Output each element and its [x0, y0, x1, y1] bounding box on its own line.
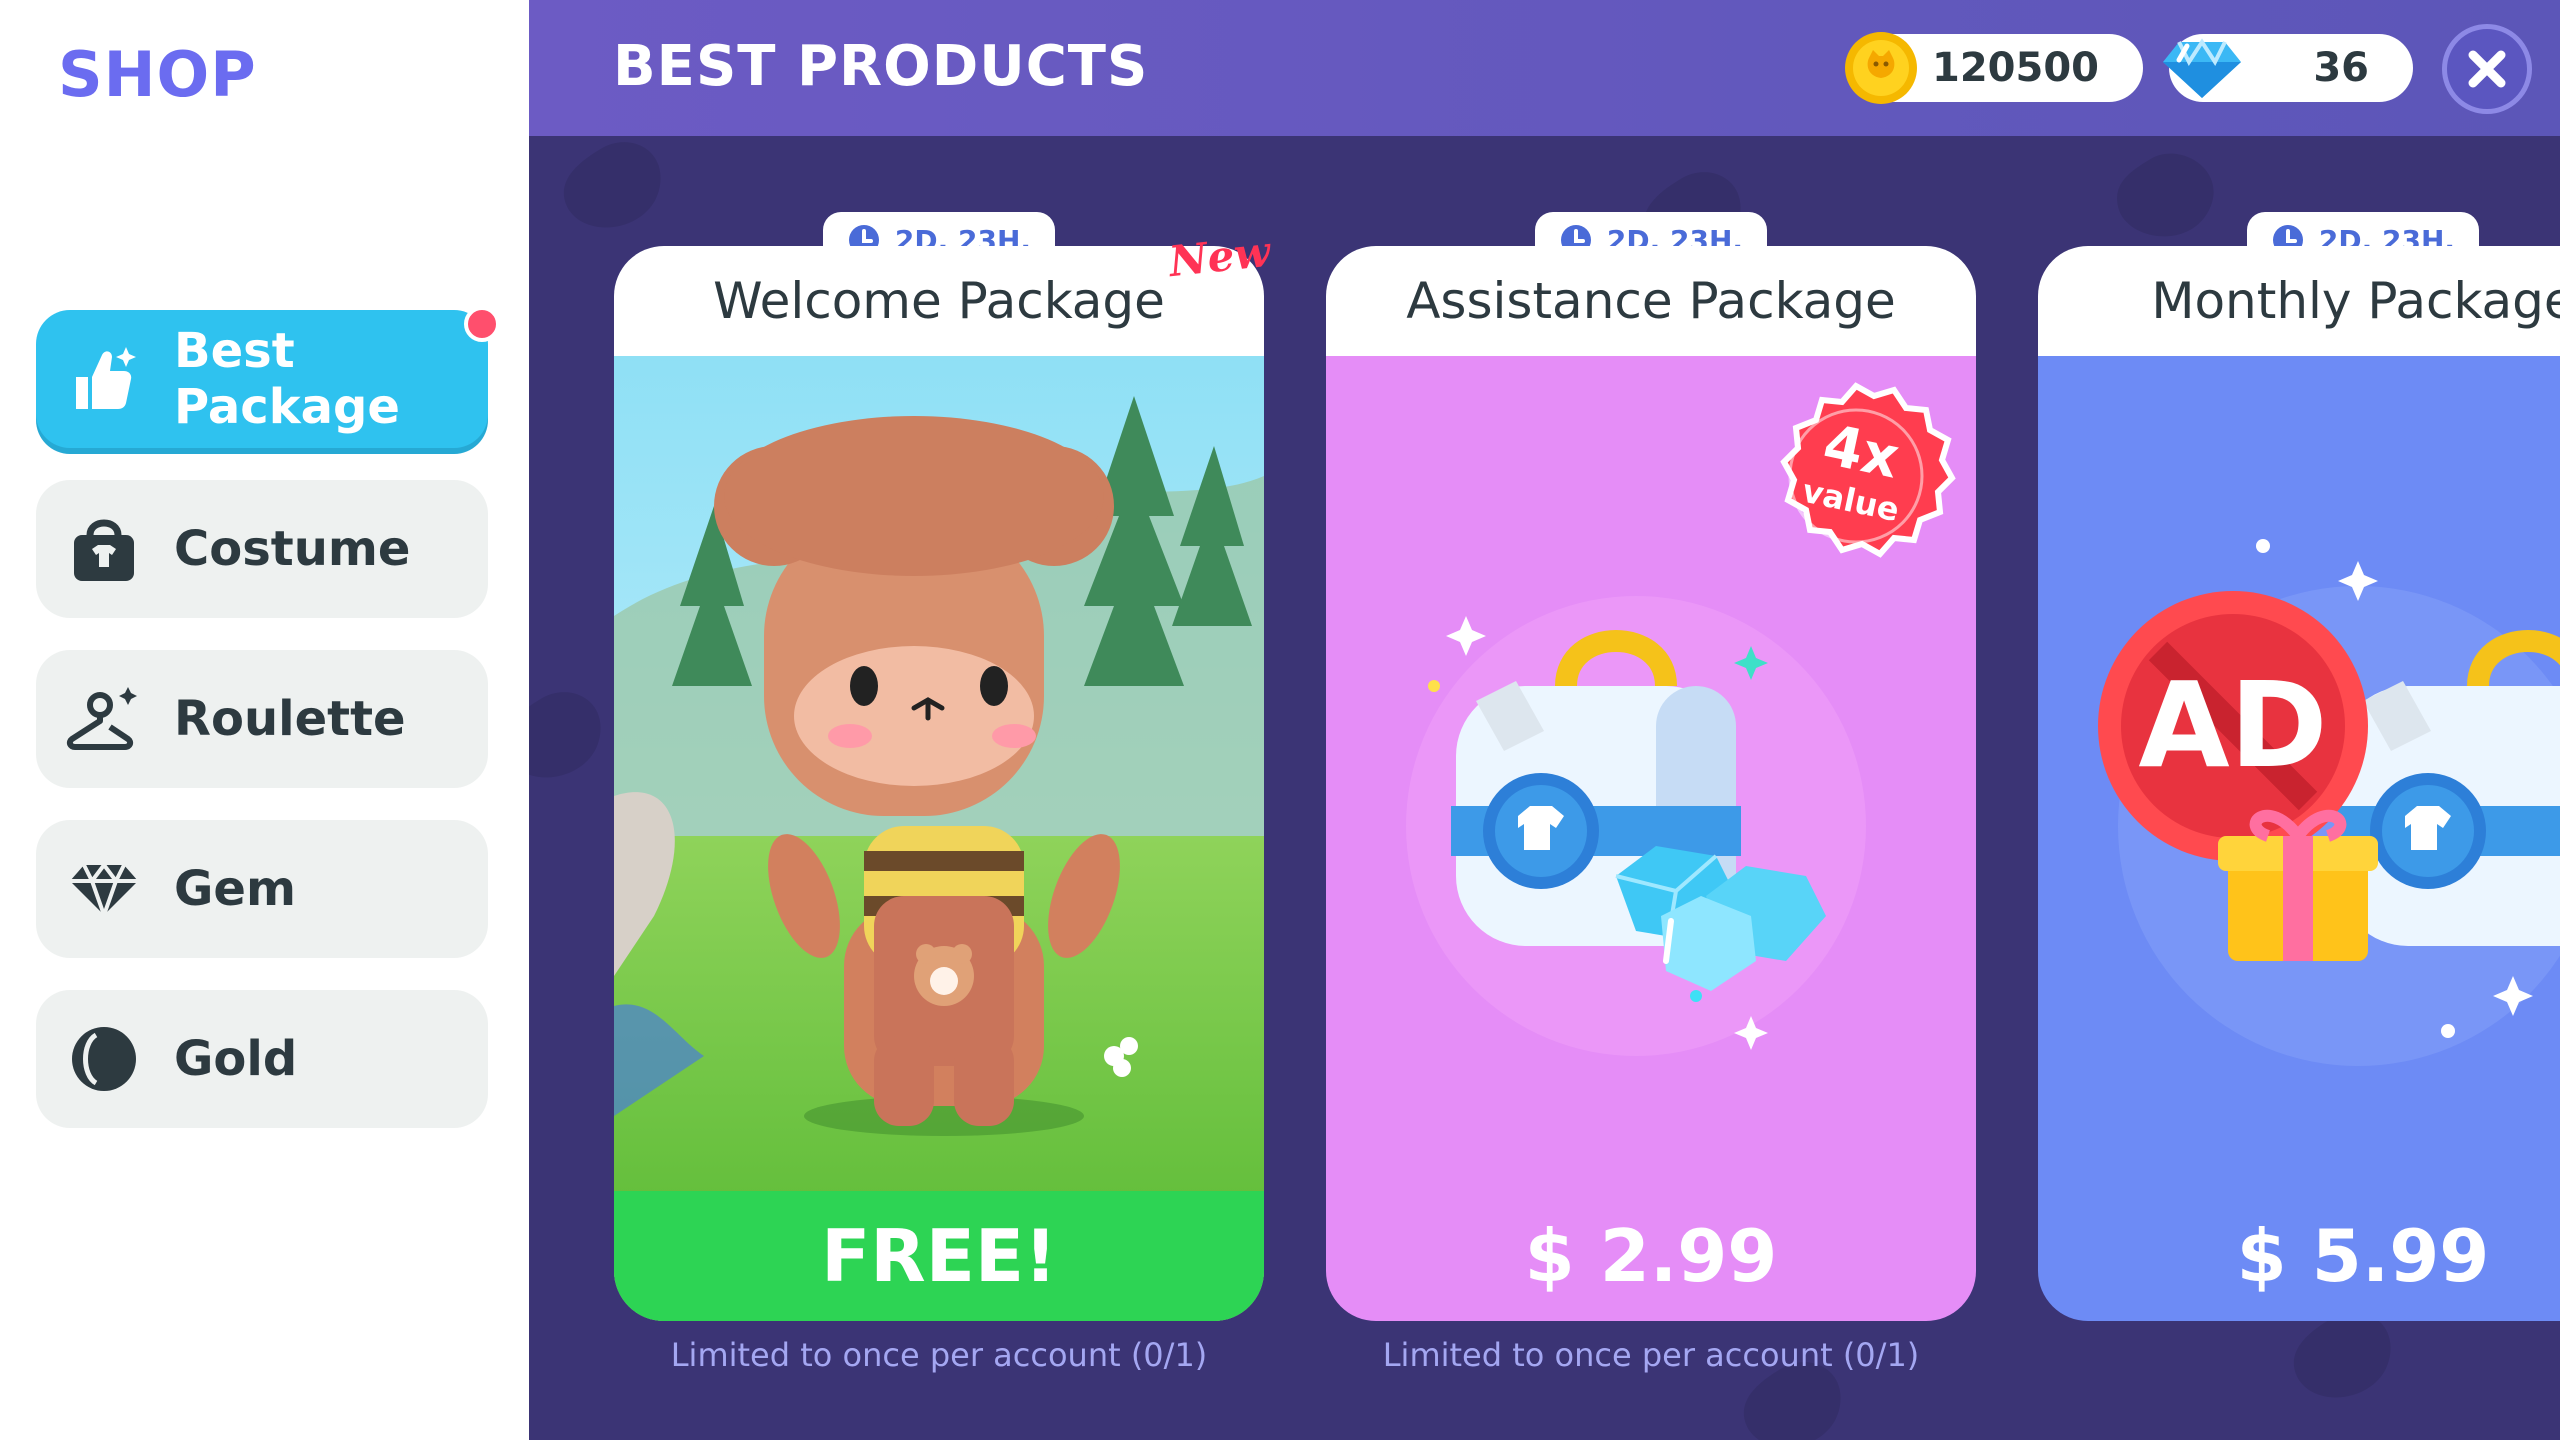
card-header: Monthly Package — [2038, 246, 2560, 356]
bundle-image: AD — [2098, 539, 2560, 1066]
gem-counter: 36 — [2163, 34, 2413, 102]
top-bar: BEST PRODUCTS 120500 36 — [529, 0, 2560, 136]
price-free: FREE! — [821, 1214, 1057, 1298]
assistance-package-card[interactable]: 2D. 23H. Assistance Package 4x value $ 2… — [1326, 212, 1976, 1374]
new-badge: New — [1166, 226, 1273, 287]
gold-coin-icon — [1845, 32, 1917, 104]
close-button[interactable] — [2442, 24, 2532, 114]
price-area: FREE! — [614, 1191, 1264, 1321]
sidebar-item-label: Gold — [174, 1031, 298, 1087]
sidebar-item-gold[interactable]: Gold — [36, 990, 488, 1128]
notification-dot — [464, 306, 500, 342]
thumbs-up-icon — [66, 341, 142, 417]
bag-icon — [66, 511, 142, 587]
sidebar-item-costume[interactable]: Costume — [36, 480, 488, 618]
gold-counter: 120500 — [1845, 32, 2143, 104]
gold-coin-icon — [66, 1021, 142, 1097]
page-title: BEST PRODUCTS — [613, 34, 1149, 99]
gold-amount: 120500 — [1932, 45, 2099, 91]
gem-icon — [66, 851, 142, 927]
sidebar-item-label: Roulette — [174, 691, 406, 747]
sidebar: SHOP Best Package Costume Roulette Gem G… — [0, 0, 529, 1440]
card-header: Assistance Package — [1326, 246, 1976, 356]
sidebar-item-gem[interactable]: Gem — [36, 820, 488, 958]
bundle-image: 4x value — [1406, 382, 1956, 1056]
price-area: $ 2.99 — [1326, 1191, 1976, 1321]
price-text: $ 5.99 — [2236, 1214, 2490, 1298]
card-body: AD $ 5.99 — [2038, 356, 2560, 1321]
price-area: $ 5.99 — [2038, 1191, 2560, 1321]
card-title: Welcome Package — [713, 272, 1165, 330]
card-title: Assistance Package — [1406, 272, 1896, 330]
monthly-package-card[interactable]: 2D. 23H. Monthly Package AD $ 5.99 — [2038, 212, 2560, 1321]
card-header: Welcome Package New — [614, 227, 1272, 356]
gem-amount: 36 — [2313, 45, 2369, 91]
sidebar-item-label: Best Package — [174, 323, 400, 435]
card-body: FREE! — [614, 356, 1264, 1321]
price-text: $ 2.99 — [1524, 1214, 1778, 1298]
card-body: 4x value $ 2.99 — [1326, 356, 1976, 1321]
sidebar-item-best-package[interactable]: Best Package — [36, 306, 500, 448]
bear-character-image — [614, 356, 1264, 1321]
limit-text: Limited to once per account (0/1) — [670, 1336, 1208, 1374]
shop-title: SHOP — [58, 38, 257, 111]
sidebar-item-label: Gem — [174, 861, 296, 917]
gem-icon — [2163, 38, 2241, 98]
card-title: Monthly Package — [2151, 272, 2560, 330]
welcome-package-card[interactable]: 2D. 23H. Welcome Package New FREE! Limit… — [614, 212, 1272, 1374]
main-panel: BEST PRODUCTS 120500 36 2D. 23H. Welcome… — [529, 0, 2560, 1440]
sidebar-item-label: Costume — [174, 521, 411, 577]
limit-text: Limited to once per account (0/1) — [1382, 1336, 1920, 1374]
hanger-icon — [66, 681, 142, 757]
close-icon — [2468, 50, 2506, 88]
sidebar-item-roulette[interactable]: Roulette — [36, 650, 488, 788]
ad-label: AD — [2138, 656, 2327, 794]
